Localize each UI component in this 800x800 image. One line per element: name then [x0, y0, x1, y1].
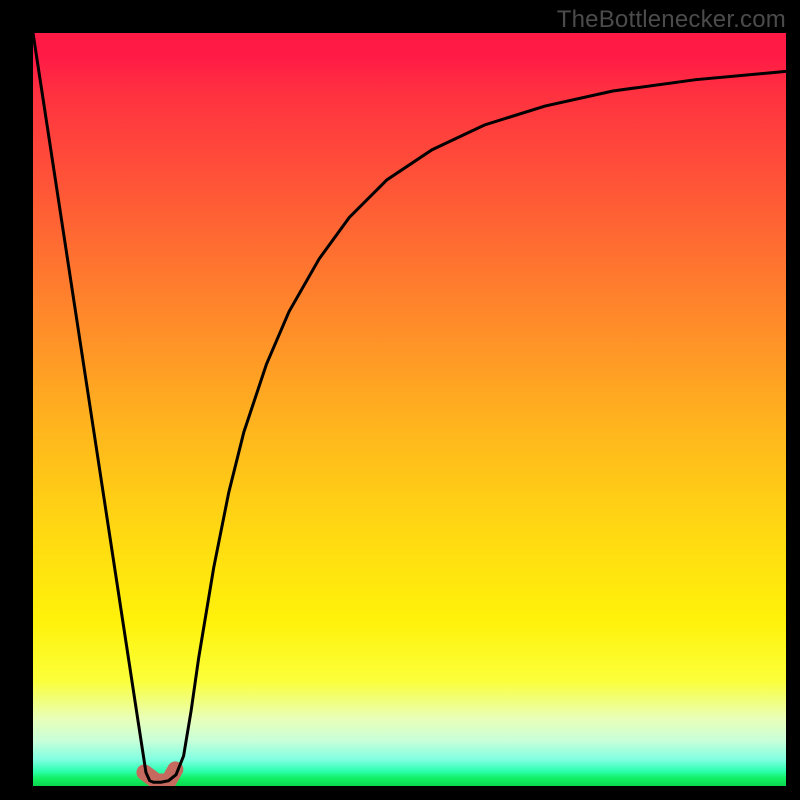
watermark-text: TheBottlenecker.com — [557, 6, 786, 34]
plot-area — [33, 33, 786, 786]
v-curve — [33, 33, 786, 782]
curve-layer — [33, 33, 786, 786]
chart-frame: TheBottlenecker.com — [0, 0, 800, 800]
v-curve-path — [33, 33, 786, 782]
